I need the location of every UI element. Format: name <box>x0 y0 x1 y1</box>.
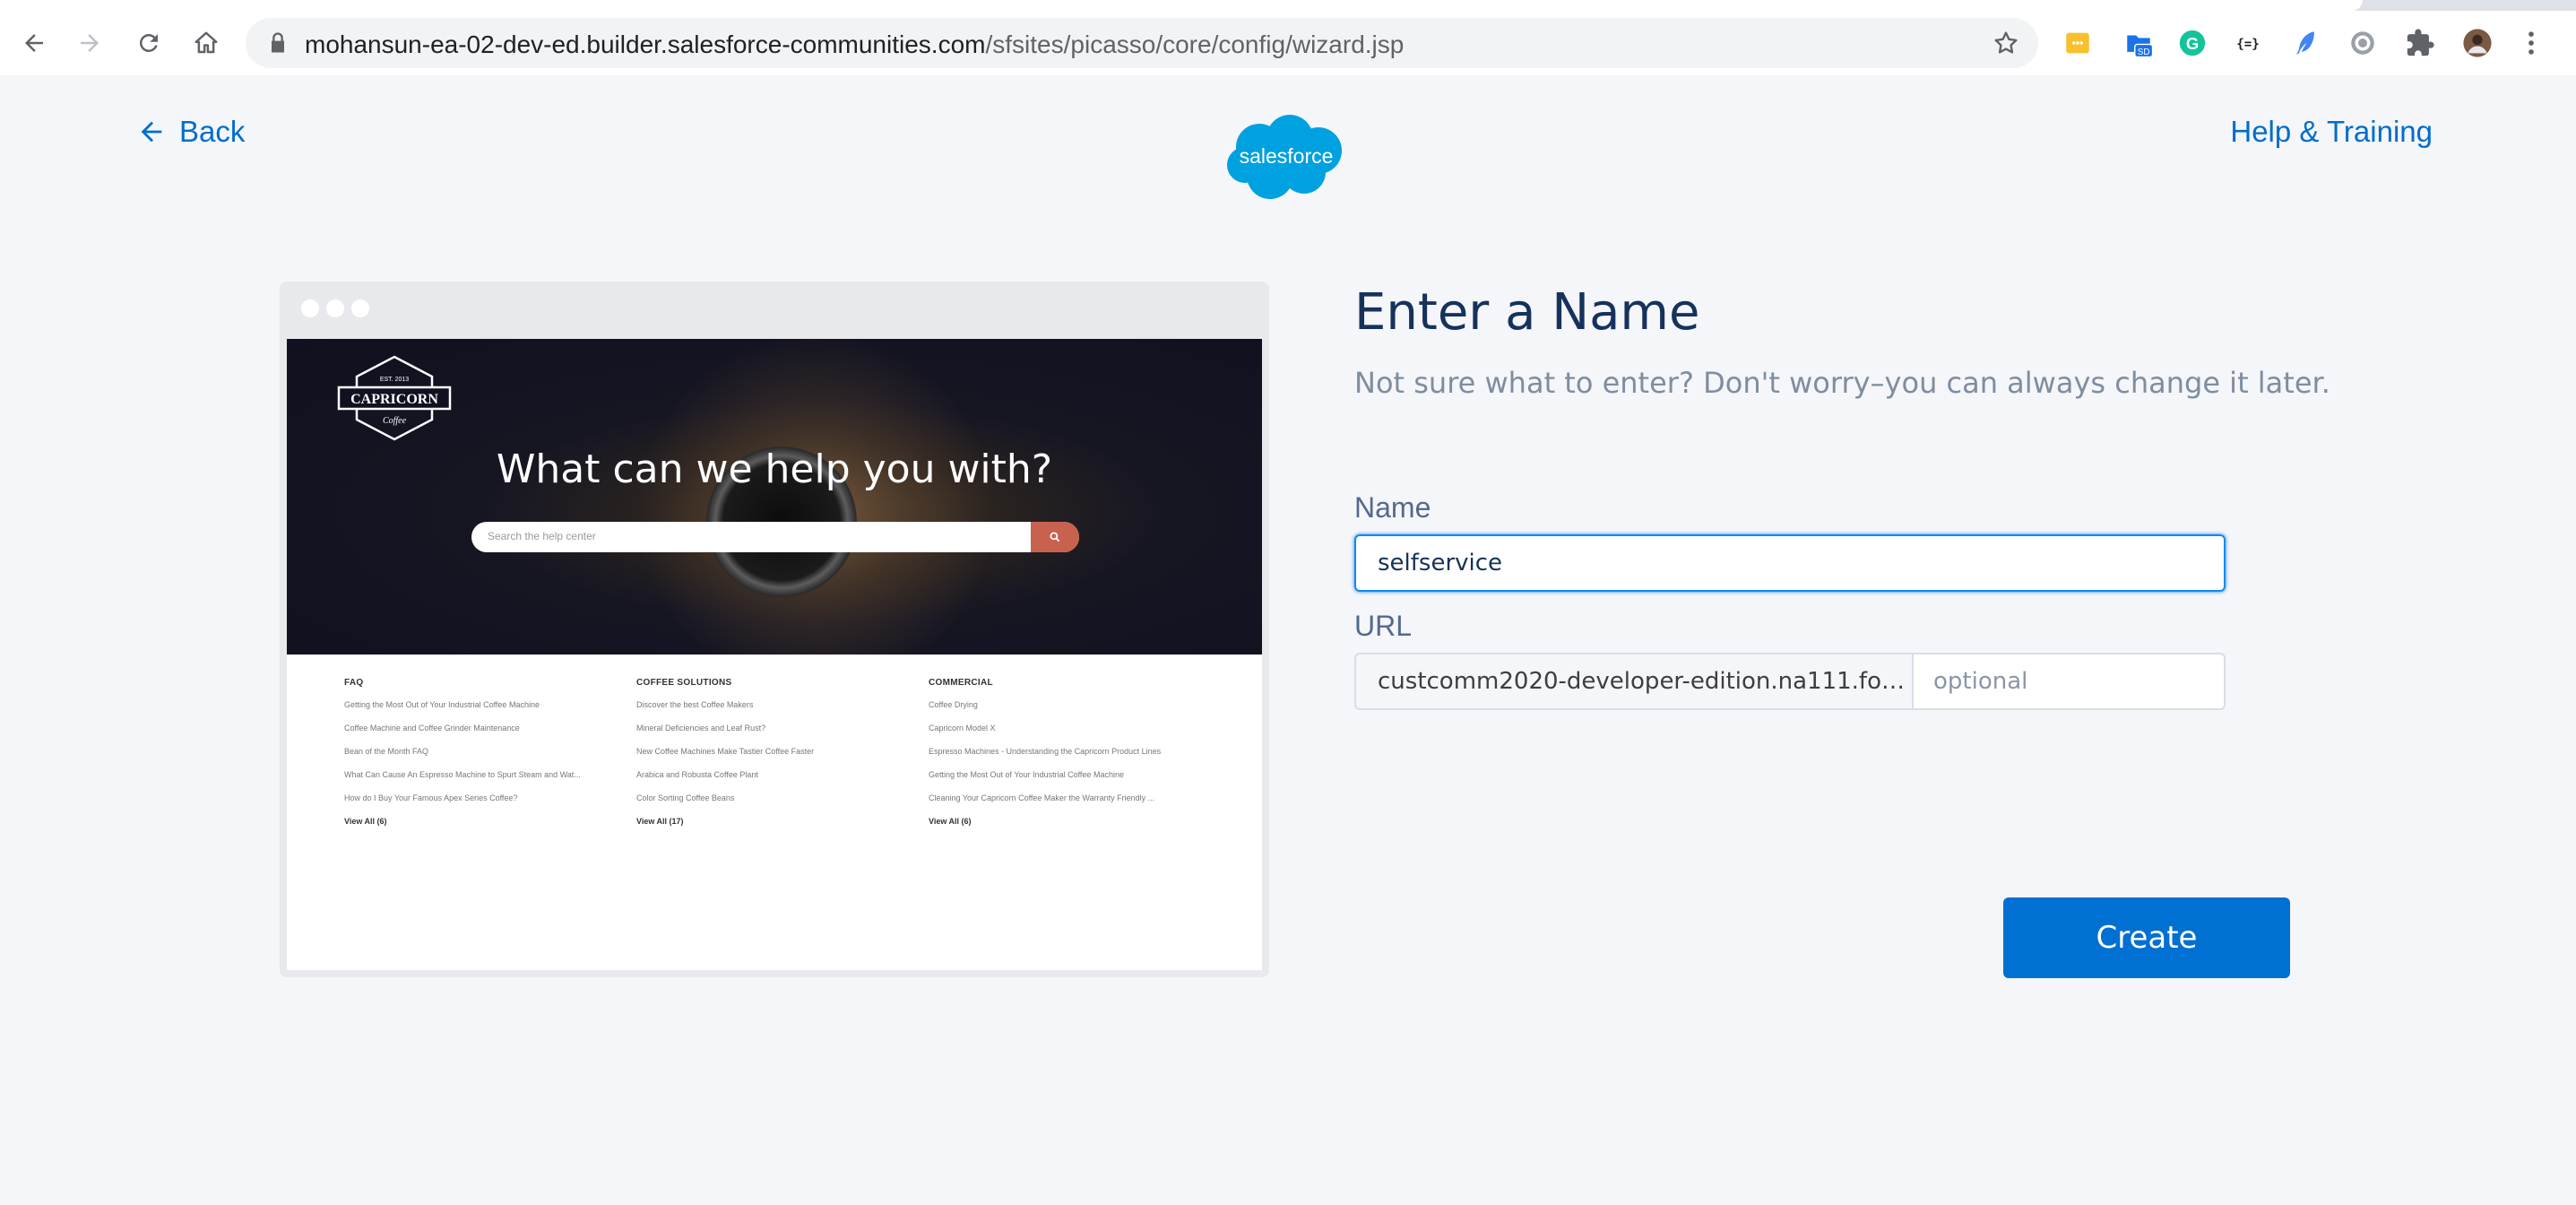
arrow-left-icon <box>25 34 43 52</box>
profile-avatar[interactable] <box>2459 25 2495 61</box>
svg-text:G: G <box>2186 34 2199 53</box>
browser-forward-button[interactable] <box>70 23 109 63</box>
topic-heading: COMMERCIAL <box>929 678 993 688</box>
topic-heading: COFFEE SOLUTIONS <box>636 678 732 688</box>
capricorn-logo: EST. 2013 CAPRICORN Coffee <box>337 355 452 441</box>
preview-headline: What can we help you with? <box>496 446 1053 492</box>
topic-view-all: View All (6) <box>344 817 387 826</box>
address-url[interactable]: mohansun-ea-02-dev-ed.builder.salesforce… <box>305 30 1404 59</box>
url-field: custcomm2020-developer-edition.na111.for… <box>1354 653 2226 710</box>
topic-item: Arabica and Robusta Coffee Plant <box>636 770 758 779</box>
logo-text: salesforce <box>1240 144 1334 168</box>
badge-brand-text: CAPRICORN <box>350 392 438 407</box>
feather-icon[interactable] <box>2287 25 2323 61</box>
page-title: Enter a Name <box>1354 283 1700 342</box>
topic-view-all: View All (6) <box>929 817 972 826</box>
preview-search-bar: Search the help center <box>471 522 1079 552</box>
url-path: /sfsites/picasso/core/config/wizard.jsp <box>985 30 1405 58</box>
create-button[interactable]: Create <box>2003 897 2290 978</box>
topic-item: Color Sorting Coffee Beans <box>636 793 735 802</box>
preview-search-placeholder: Search the help center <box>488 530 596 542</box>
svg-text:{=}: {=} <box>2236 38 2260 52</box>
lock-icon <box>272 32 284 53</box>
home-icon <box>194 31 218 54</box>
browser-back-button[interactable] <box>14 23 54 63</box>
reload-icon <box>139 33 158 52</box>
puzzle-icon[interactable] <box>2402 25 2438 61</box>
url-host: mohansun-ea-02-dev-ed.builder.salesforce… <box>305 30 986 58</box>
topic-heading: FAQ <box>344 678 364 688</box>
topic-item: Discover the best Coffee Makers <box>636 700 754 709</box>
browser-menu-icon[interactable] <box>2522 25 2540 61</box>
topic-column-commercial: COMMERCIAL Coffee Drying Capricorn Model… <box>929 678 1197 826</box>
salesforce-logo: salesforce <box>1227 115 1342 199</box>
search-icon <box>1050 532 1060 542</box>
arrow-right-icon <box>81 34 99 52</box>
topic-item: What Can Cause An Espresso Machine to Sp… <box>344 770 581 779</box>
page-subtitle: Not sure what to enter? Don't worry–you … <box>1354 366 2330 400</box>
preview-hero: EST. 2013 CAPRICORN Coffee What can we h… <box>287 339 1262 655</box>
topic-item: New Coffee Machines Make Tastier Coffee … <box>636 747 815 756</box>
preview-search-button <box>1031 522 1079 552</box>
tab-strip <box>0 0 2576 11</box>
gear-icon[interactable] <box>2345 25 2381 61</box>
json-formatter-icon[interactable]: {=} <box>2230 25 2266 61</box>
preview-screen: EST. 2013 CAPRICORN Coffee What can we h… <box>287 339 1262 970</box>
preview-topics: FAQ Getting the Most Out of Your Industr… <box>287 655 1262 891</box>
topic-item: Cleaning Your Capricorn Coffee Maker the… <box>929 793 1155 802</box>
topic-column-faq: FAQ Getting the Most Out of Your Industr… <box>344 678 613 826</box>
grammarly-icon[interactable]: G <box>2174 25 2210 61</box>
badge-top-text: EST. 2013 <box>380 377 409 383</box>
window-dots <box>301 299 369 317</box>
topic-view-all: View All (17) <box>636 817 684 826</box>
topic-item: Bean of the Month FAQ <box>344 747 429 756</box>
template-preview: EST. 2013 CAPRICORN Coffee What can we h… <box>280 282 1269 977</box>
back-label: Back <box>179 115 246 148</box>
url-label: URL <box>1354 610 1413 642</box>
arrow-left-icon <box>141 121 162 143</box>
sd-extension-icon[interactable]: SD <box>2121 25 2157 61</box>
topic-item: Coffee Machine and Coffee Grinder Mainte… <box>344 724 520 733</box>
url-prefix: custcomm2020-developer-edition.na111.for… <box>1354 653 1912 710</box>
active-tab[interactable] <box>0 0 2363 11</box>
name-input[interactable] <box>1354 534 2226 592</box>
topic-item: How do I Buy Your Famous Apex Series Cof… <box>344 793 518 802</box>
sticky-notes-icon[interactable] <box>2060 25 2096 61</box>
topic-item: Getting the Most Out of Your Industrial … <box>344 700 540 709</box>
topic-item: Coffee Drying <box>929 700 978 709</box>
url-suffix-input[interactable] <box>1912 653 2226 710</box>
browser-home-button[interactable] <box>186 23 226 63</box>
topic-column-coffee-solutions: COFFEE SOLUTIONS Discover the best Coffe… <box>636 678 905 826</box>
topic-item: Capricorn Model X <box>929 724 996 733</box>
bookmark-star-icon[interactable] <box>1992 29 2020 57</box>
address-bar[interactable]: mohansun-ea-02-dev-ed.builder.salesforce… <box>246 18 2038 68</box>
badge-sub-text: Coffee <box>383 416 407 426</box>
topic-item: Getting the Most Out of Your Industrial … <box>929 770 1124 779</box>
help-training-link[interactable]: Help & Training <box>2230 115 2433 149</box>
back-link[interactable]: Back <box>136 115 245 149</box>
browser-toolbar: mohansun-ea-02-dev-ed.builder.salesforce… <box>0 0 2576 75</box>
topic-item: Mineral Deficiencies and Leaf Rust? <box>636 724 766 733</box>
browser-reload-button[interactable] <box>129 23 169 63</box>
topic-item: Espresso Machines - Understanding the Ca… <box>929 747 1162 756</box>
name-label: Name <box>1354 491 1431 524</box>
sd-badge-text: SD <box>2138 48 2150 57</box>
